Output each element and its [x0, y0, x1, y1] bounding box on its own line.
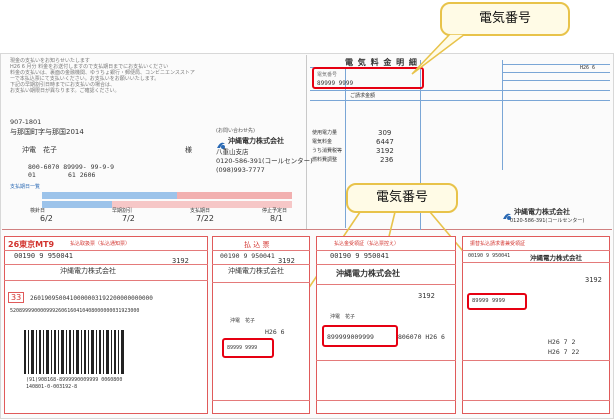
slip-2-account: 00190 9 950041: [220, 252, 275, 260]
electric-number-highlight-slip-2: 89999 9999: [222, 338, 274, 358]
slip-1-company: 沖縄電力株式会社: [60, 267, 116, 275]
rule: [212, 400, 310, 401]
electric-number-value: 89999 9999: [227, 345, 258, 351]
slip-2: [212, 236, 310, 414]
slip-4-account: 00190 9 950041: [468, 253, 511, 259]
rule: [316, 360, 456, 361]
rule: [212, 282, 310, 283]
electric-number-highlight-slip-4: 89999 9999: [467, 293, 527, 310]
slip-3-amount: 3192: [418, 292, 435, 300]
slip-3-company: 沖縄電力株式会社: [336, 269, 400, 278]
page-number: 33: [8, 292, 25, 303]
rule: [462, 360, 610, 361]
slip-1-header: 26東京MT9: [8, 240, 55, 249]
slip-1-title: 払込取扱票（払込通知票）: [70, 241, 131, 247]
barcode-label-1: (91)908168-8999990009999 0060800: [26, 377, 123, 383]
slip-4-title: 振替払込請求書兼受領証: [470, 241, 526, 247]
barcode-icon: [24, 330, 124, 374]
slip-3-account: 00190 9 950041: [330, 252, 390, 260]
slip-1-account: 00190 9 950041: [14, 252, 74, 260]
rule: [212, 264, 310, 265]
ocr-line-1: 2601909500410000003192200000000000: [30, 295, 153, 302]
rule: [4, 250, 208, 251]
slip-3-title: 払込金受領証（払込票控え）: [334, 241, 400, 247]
slip-4-company: 沖縄電力株式会社: [530, 254, 582, 262]
slip-2-name: 沖電 花子: [230, 318, 256, 324]
rule: [316, 400, 456, 401]
rule: [4, 264, 208, 265]
rule: [212, 250, 310, 251]
slip-4-date-2: H26 7 22: [548, 348, 580, 356]
slip-3-tail: 806070 H26 6: [398, 333, 445, 341]
rule: [462, 400, 610, 401]
ocr-line-2: 5208999900009992606160410408000000031923…: [10, 308, 140, 314]
rule: [316, 264, 456, 265]
electric-number-value: 89999 9999: [472, 298, 506, 304]
rule: [316, 284, 456, 285]
slip-2-company: 沖縄電力株式会社: [228, 267, 284, 275]
slip-4-amount: 3192: [585, 276, 602, 284]
slip-4-date-1: H26 7 2: [548, 338, 576, 346]
rule: [462, 262, 610, 263]
barcode-label-2: 140801-0-003192-8: [26, 384, 78, 390]
rule: [462, 250, 610, 251]
electric-number-value: 899999009999: [327, 333, 374, 341]
slip-2-title: 払 込 票: [244, 241, 270, 249]
slip-2-month: H26 6: [265, 328, 285, 336]
slip-3-name: 沖電 花子: [330, 314, 356, 320]
rule: [316, 250, 456, 251]
rule: [4, 280, 208, 281]
electric-number-highlight-slip-3: 899999009999: [322, 325, 398, 347]
